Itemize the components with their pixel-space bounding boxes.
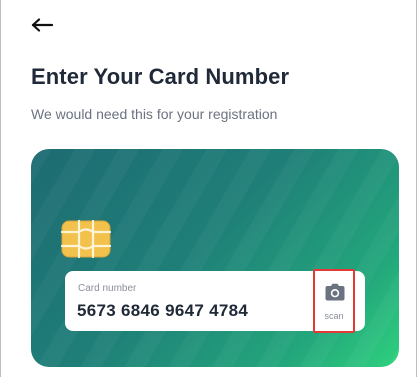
arrow-left-icon	[31, 18, 53, 32]
scan-button[interactable]: scan	[313, 269, 355, 333]
screen: Enter Your Card Number We would need thi…	[0, 0, 417, 377]
page-subtitle: We would need this for your registration	[31, 106, 278, 122]
back-button[interactable]	[29, 14, 55, 36]
card-preview	[31, 149, 399, 367]
camera-icon	[325, 283, 345, 301]
card-number-label: Card number	[78, 283, 137, 294]
card-chip-icon	[61, 220, 111, 258]
card-number-value[interactable]: 5673 6846 9647 4784	[77, 301, 248, 321]
page-title: Enter Your Card Number	[31, 64, 290, 89]
card-pattern	[31, 149, 399, 367]
scan-label: scan	[324, 311, 344, 321]
